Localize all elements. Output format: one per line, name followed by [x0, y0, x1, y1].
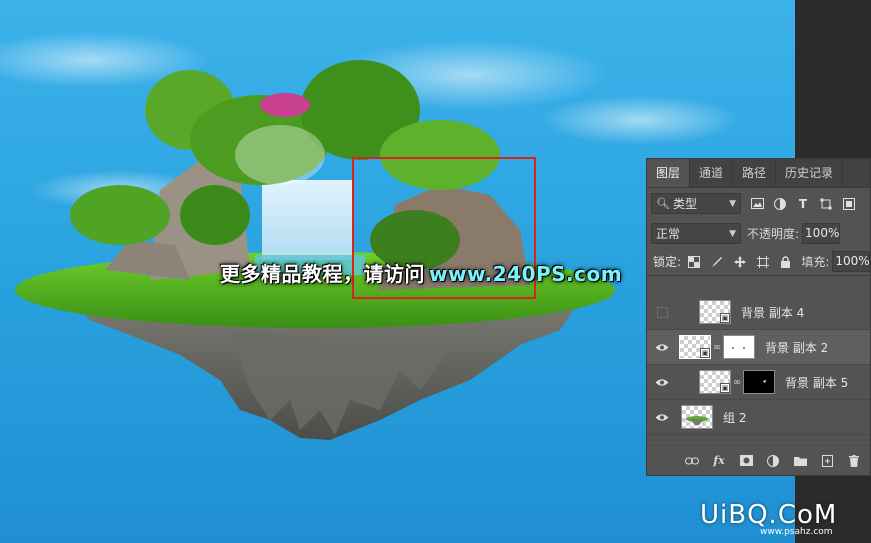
smart-object-badge-icon: ▣ [720, 313, 730, 323]
chevron-down-icon: ▼ [729, 228, 736, 239]
delete-icon[interactable] [846, 453, 862, 469]
smart-object-filter-icon[interactable] [842, 197, 856, 211]
filter-kind-label: 类型 [672, 197, 697, 211]
lock-transparent-pixels-icon[interactable] [687, 255, 701, 269]
layer-row[interactable]: ▣ ∞ 背景 副本 2 [647, 330, 870, 365]
fx-icon[interactable]: fx [711, 453, 727, 469]
blend-opacity-row: 正常 ▼ 不透明度: 100% [647, 219, 870, 248]
chevron-down-icon: ▼ [729, 198, 736, 209]
layer-thumbnail: ▣ [699, 370, 731, 394]
smart-object-badge-icon: ▣ [700, 348, 710, 358]
blend-mode-select[interactable]: 正常 ▼ [651, 223, 741, 244]
tab-paths[interactable]: 路径 [733, 159, 777, 187]
layer-row[interactable]: ▣ 背景 副本 4 [647, 295, 870, 330]
layers-list: ▣ 背景 副本 4 ▣ ∞ 背景 副本 2 ▣ ∞ 背景 副本 5 组 2 [647, 295, 870, 435]
search-icon: 🔍︎ [656, 197, 670, 210]
shape-filter-icon[interactable] [819, 197, 833, 211]
add-mask-icon[interactable] [738, 453, 754, 469]
layer-name: 组 2 [723, 410, 747, 425]
layer-mask-thumbnail[interactable] [743, 370, 775, 394]
fill-input[interactable]: 100% [832, 251, 871, 272]
fill-label: 填充: [801, 255, 830, 269]
blend-mode-value: 正常 [656, 227, 681, 241]
tab-channels[interactable]: 通道 [690, 159, 734, 187]
opacity-label: 不透明度: [747, 227, 800, 241]
tab-layers[interactable]: 图层 [647, 159, 691, 187]
watermark-url: www.psahz.com [760, 527, 833, 537]
tab-history[interactable]: 历史记录 [776, 159, 844, 187]
promo-text: 更多精品教程，请访问 [220, 262, 425, 286]
layer-row[interactable]: 组 2 [647, 400, 870, 435]
visibility-toggle[interactable] [647, 295, 677, 330]
panel-tabs: 图层 通道 路径 历史记录 [647, 159, 870, 188]
lock-all-icon[interactable] [778, 255, 792, 269]
new-group-icon[interactable] [792, 453, 808, 469]
lock-label: 锁定: [653, 255, 682, 269]
lock-image-pixels-icon[interactable] [710, 255, 724, 269]
smart-object-badge-icon: ▣ [720, 383, 730, 393]
lock-artboard-icon[interactable] [756, 255, 770, 269]
layer-filter-row: 🔍︎ 类型 ▼ T [647, 188, 870, 219]
layer-thumbnail: ▣ [699, 300, 731, 324]
image-filter-icon[interactable] [750, 197, 764, 211]
layer-thumbnail: ▣ [679, 335, 711, 359]
mask-link-icon[interactable]: ∞ [731, 377, 743, 388]
layer-mask-thumbnail[interactable] [723, 335, 755, 359]
adjustment-layer-icon[interactable] [765, 453, 781, 469]
opacity-input[interactable]: 100% [802, 223, 841, 244]
visibility-toggle[interactable] [647, 365, 677, 400]
layer-row[interactable]: ▣ ∞ 背景 副本 5 [647, 365, 870, 400]
promo-url: www.240PS.com [429, 262, 623, 286]
type-filter-icon[interactable]: T [796, 197, 810, 211]
new-layer-icon[interactable] [819, 453, 835, 469]
eye-icon [655, 413, 669, 421]
eye-icon [655, 378, 669, 386]
layer-name: 背景 副本 2 [765, 340, 829, 355]
mask-link-icon[interactable]: ∞ [711, 342, 723, 353]
eye-icon [655, 343, 669, 351]
layer-name: 背景 副本 4 [741, 305, 805, 320]
visibility-toggle[interactable] [647, 330, 677, 365]
adjustment-filter-icon[interactable] [773, 197, 787, 211]
watermark-logo: UiBQ.CoM [700, 500, 838, 530]
promo-banner: 更多精品教程，请访问 www.240PS.com [220, 258, 622, 287]
visibility-toggle[interactable] [647, 400, 677, 435]
link-layers-icon[interactable] [684, 453, 700, 469]
layers-panel: 图层 通道 路径 历史记录 🔍︎ 类型 ▼ T 正常 ▼ 不透明度: 100% [646, 158, 871, 476]
lock-fill-row: 锁定: 填充: 100% [647, 248, 871, 276]
layer-name: 背景 副本 5 [785, 375, 849, 390]
lock-position-icon[interactable] [733, 255, 747, 269]
filter-kind-select[interactable]: 🔍︎ 类型 ▼ [651, 193, 741, 214]
group-thumbnail [681, 405, 713, 429]
layers-bottom-toolbar: fx [647, 445, 870, 475]
visibility-off-box [656, 306, 668, 318]
